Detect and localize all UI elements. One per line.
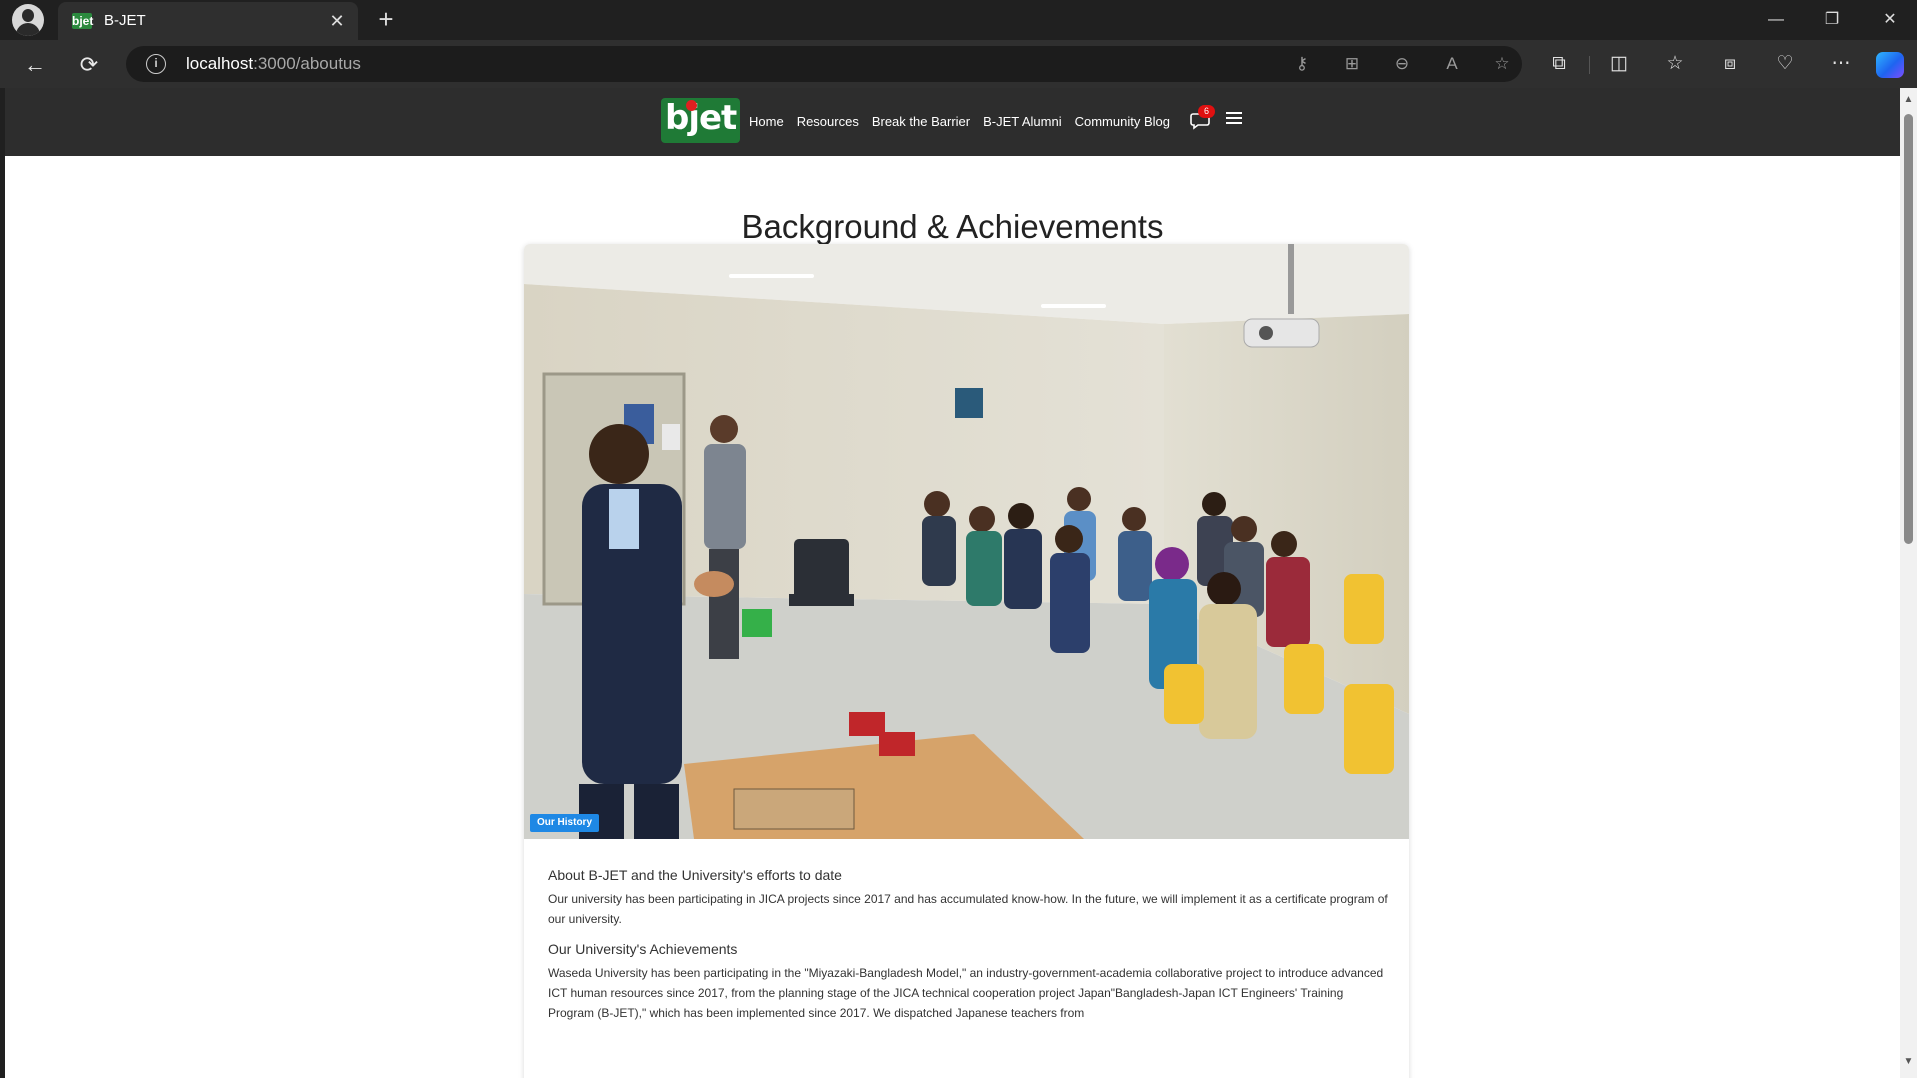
favorites-icon[interactable]: ☆ (1660, 50, 1690, 78)
url-text: localhost:3000/aboutus (186, 54, 361, 73)
site-navbar: bjet Home Resources Break the Barrier B-… (5, 88, 1900, 156)
address-bar[interactable]: i localhost:3000/aboutus ⚷ ⊞ ⊖ A ☆ (126, 46, 1522, 82)
copilot-icon[interactable] (1876, 52, 1904, 78)
restore-icon[interactable]: ❐ (1814, 6, 1850, 34)
page-scrollbar[interactable]: ▲ ▼ (1900, 88, 1917, 1078)
history-card: Our History About B-JET and the Universi… (524, 244, 1409, 1078)
browser-essentials-icon[interactable]: ♡ (1770, 50, 1800, 78)
site-info-icon[interactable]: i (146, 54, 166, 74)
browser-tab-bar: bjet B-JET ✕ + — ❐ ✕ (0, 0, 1917, 40)
zoom-out-icon[interactable]: ⊖ (1390, 53, 1414, 75)
profile-avatar[interactable] (12, 4, 44, 36)
section-title: About B-JET and the University's efforts… (548, 867, 842, 883)
page-viewport: bjet Home Resources Break the Barrier B-… (5, 88, 1900, 1078)
browser-tab[interactable]: bjet B-JET ✕ (58, 2, 358, 40)
section-text: Waseda University has been participating… (548, 966, 1384, 1020)
favorite-star-icon[interactable]: ☆ (1490, 53, 1514, 75)
nav-home-link[interactable]: Home (749, 114, 784, 129)
back-arrow-icon[interactable]: ← (20, 50, 50, 80)
card-body: About B-JET and the University's efforts… (548, 867, 1388, 1035)
close-tab-icon[interactable]: ✕ (326, 10, 348, 32)
read-aloud-icon[interactable]: A (1440, 53, 1464, 75)
scroll-down-arrow-icon[interactable]: ▼ (1903, 1056, 1914, 1068)
scroll-up-arrow-icon[interactable]: ▲ (1903, 94, 1914, 106)
address-toolbar: ← ⟳ i localhost:3000/aboutus ⚷ ⊞ ⊖ A ☆ ⧉… (0, 40, 1917, 88)
collections-icon[interactable]: ⧈ (1715, 50, 1745, 78)
tab-title: B-JET (104, 12, 146, 29)
section-text: Our university has been participating in… (548, 892, 1388, 926)
bjet-favicon-icon: bjet (72, 13, 94, 29)
split-screen-icon[interactable]: ◫ (1604, 50, 1634, 78)
extensions-icon[interactable]: ⧉ (1544, 50, 1574, 78)
nav-alumni-link[interactable]: B-JET Alumni (983, 114, 1062, 129)
message-count-badge: 6 (1198, 105, 1215, 118)
our-history-badge: Our History (530, 814, 600, 832)
more-options-icon[interactable]: ⋯ (1826, 50, 1856, 78)
toolbar-divider (1589, 56, 1590, 74)
page-title: Background & Achievements (741, 208, 1164, 245)
nav-links: Home Resources Break the Barrier B-JET A… (749, 114, 1170, 129)
logo-dot (686, 100, 697, 111)
nav-break-the-barrier-link[interactable]: Break the Barrier (872, 114, 970, 129)
app-available-icon[interactable]: ⊞ (1340, 53, 1364, 75)
nav-resources-link[interactable]: Resources (797, 114, 859, 129)
refresh-icon[interactable]: ⟳ (74, 50, 104, 80)
bjet-logo[interactable]: bjet (661, 98, 740, 143)
section-title: Our University's Achievements (548, 941, 738, 957)
hamburger-menu-icon[interactable] (1226, 112, 1242, 126)
close-window-icon[interactable]: ✕ (1872, 6, 1908, 34)
nav-community-blog-link[interactable]: Community Blog (1075, 114, 1170, 129)
key-icon[interactable]: ⚷ (1290, 53, 1314, 75)
classroom-photo (524, 244, 1409, 839)
minimize-icon[interactable]: — (1758, 6, 1794, 34)
scroll-thumb[interactable] (1904, 114, 1913, 544)
new-tab-button[interactable]: + (372, 6, 400, 34)
